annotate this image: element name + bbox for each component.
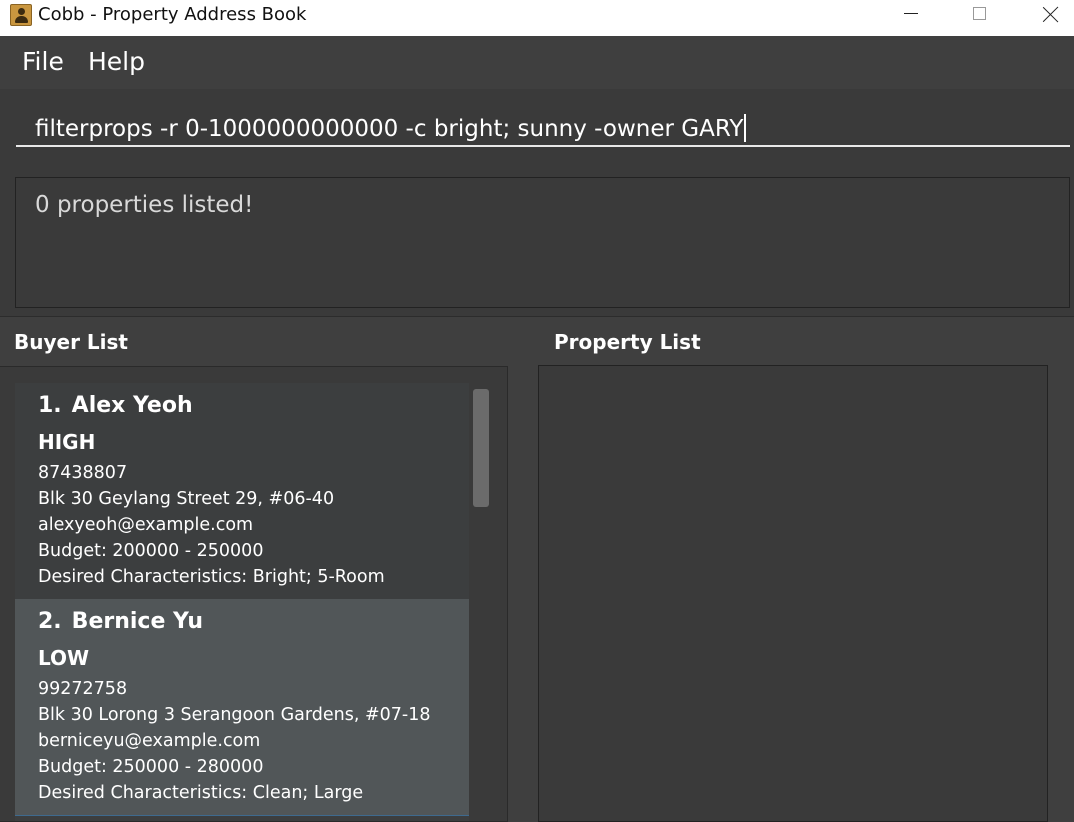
buyer-priority: LOW bbox=[38, 646, 90, 670]
minimize-icon bbox=[904, 13, 918, 14]
buyer-name: Alex Yeoh bbox=[71, 393, 193, 418]
result-message: 0 properties listed! bbox=[35, 192, 254, 218]
buyer-desired-characteristics: Desired Characteristics: Clean; Large bbox=[38, 783, 364, 803]
buyer-phone: 99272758 bbox=[38, 679, 128, 699]
command-box: filterprops -r 0-1000000000000 -c bright… bbox=[0, 89, 1074, 167]
buyer-index: 2. bbox=[38, 609, 62, 634]
close-button[interactable] bbox=[1028, 0, 1074, 30]
buyer-phone: 87438807 bbox=[38, 463, 128, 483]
buyer-index: 1. bbox=[38, 393, 62, 418]
text-caret bbox=[744, 114, 747, 142]
property-list[interactable] bbox=[538, 365, 1048, 822]
buyer-budget: Budget: 200000 - 250000 bbox=[38, 541, 264, 561]
window-title: Cobb - Property Address Book bbox=[38, 4, 307, 25]
property-list-title: Property List bbox=[554, 330, 701, 354]
menu-bar: File Help bbox=[0, 36, 1074, 89]
buyer-budget: Budget: 250000 - 280000 bbox=[38, 757, 264, 777]
buyer-list-title: Buyer List bbox=[14, 330, 128, 354]
buyer-card[interactable]: 2. Bernice Yu LOW 99272758 Blk 30 Lorong … bbox=[15, 599, 469, 815]
buyer-card[interactable] bbox=[15, 815, 469, 821]
maximize-button[interactable] bbox=[957, 0, 1003, 30]
buyer-email: alexyeoh@example.com bbox=[38, 515, 254, 535]
buyer-list-scrollbar[interactable] bbox=[473, 389, 489, 507]
maximize-icon bbox=[973, 7, 986, 20]
command-text: filterprops -r 0-1000000000000 -c bright… bbox=[35, 116, 744, 142]
menu-help[interactable]: Help bbox=[88, 47, 145, 77]
address-book-icon bbox=[10, 4, 32, 26]
buyer-desired-characteristics: Desired Characteristics: Bright; 5-Room bbox=[38, 567, 385, 587]
buyer-name: Bernice Yu bbox=[71, 609, 204, 634]
title-bar: Cobb - Property Address Book bbox=[0, 0, 1074, 36]
buyer-address: Blk 30 Geylang Street 29, #06-40 bbox=[38, 489, 335, 509]
buyer-card[interactable]: 1. Alex Yeoh HIGH 87438807 Blk 30 Geylang… bbox=[15, 383, 469, 599]
menu-file[interactable]: File bbox=[22, 47, 64, 77]
buyer-priority: HIGH bbox=[38, 430, 96, 454]
buyer-list[interactable]: 1. Alex Yeoh HIGH 87438807 Blk 30 Geylang… bbox=[0, 366, 508, 822]
result-display[interactable]: 0 properties listed! bbox=[15, 177, 1070, 308]
divider bbox=[0, 316, 1074, 317]
minimize-button[interactable] bbox=[888, 0, 934, 30]
buyer-email: berniceyu@example.com bbox=[38, 731, 261, 751]
buyer-address: Blk 30 Lorong 3 Serangoon Gardens, #07-1… bbox=[38, 705, 431, 725]
result-display-area: 0 properties listed! bbox=[0, 167, 1074, 317]
